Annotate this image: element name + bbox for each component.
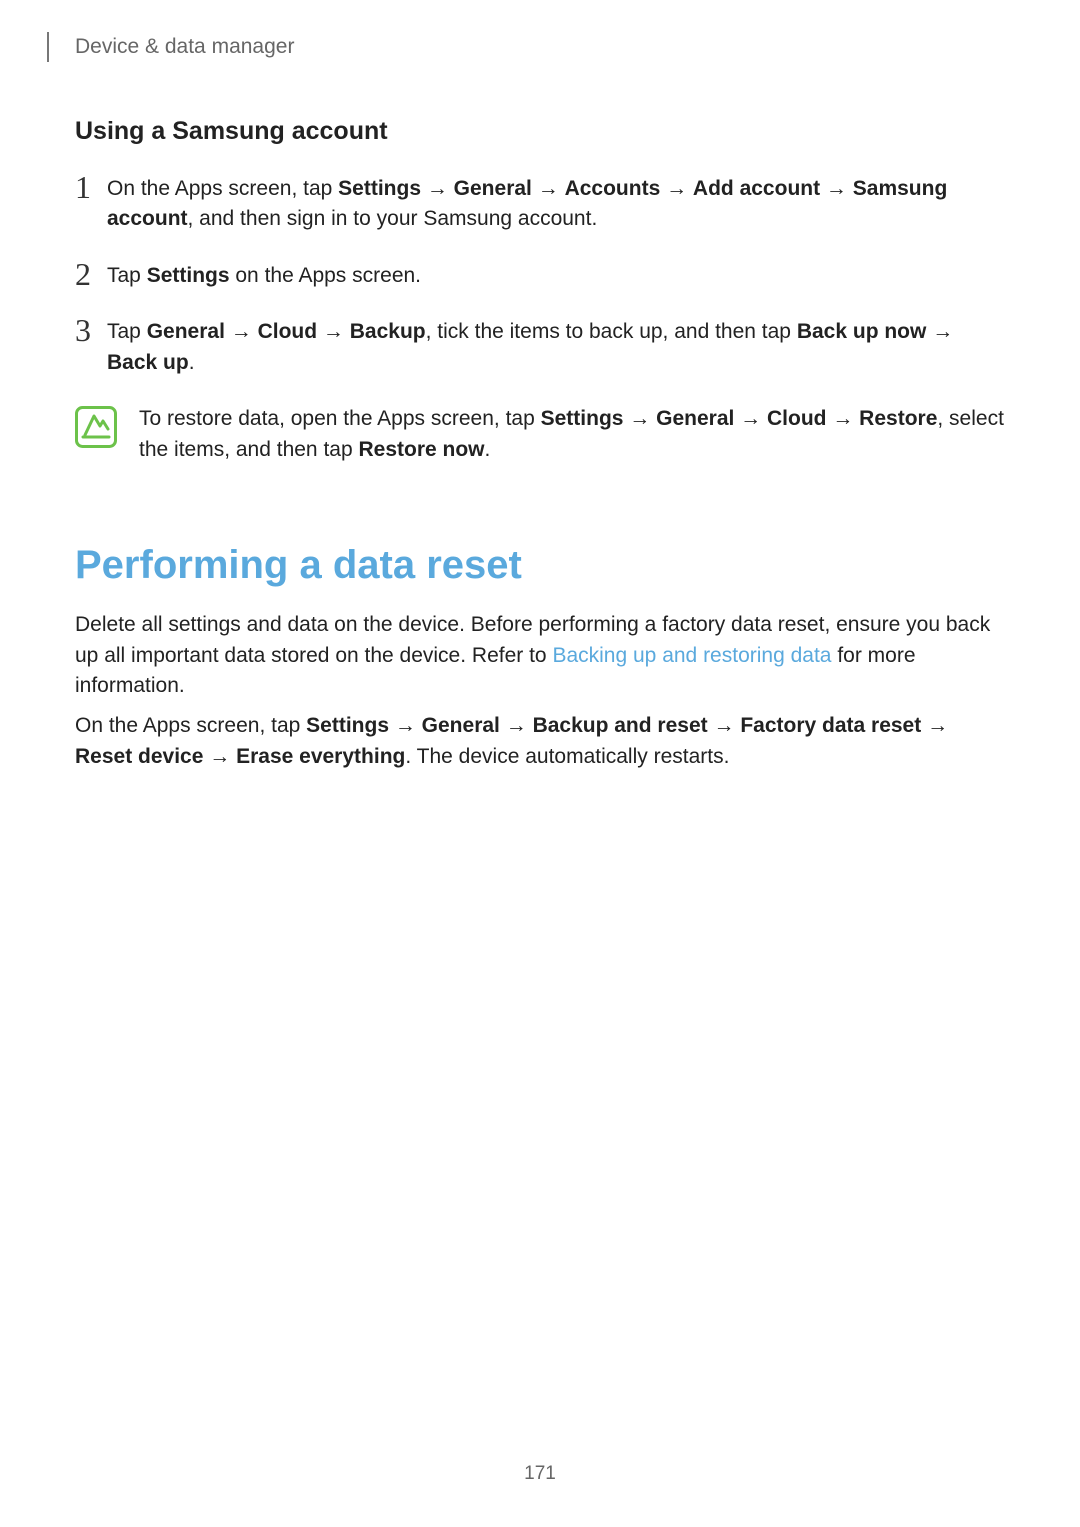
bold: General: [454, 177, 532, 200]
bold: Settings: [147, 264, 230, 287]
bold: Add account: [693, 177, 820, 200]
section-title: Performing a data reset: [75, 543, 1005, 588]
arrow-icon: →: [389, 714, 422, 737]
arrow-icon: →: [820, 177, 853, 200]
subsection-title: Using a Samsung account: [75, 117, 1005, 146]
bold: Restore now: [358, 438, 484, 461]
text: To restore data, open the Apps screen, t…: [139, 407, 541, 430]
bold: Erase everything: [236, 745, 405, 768]
arrow-icon: →: [921, 714, 948, 737]
arrow-icon: →: [623, 407, 656, 430]
text: .: [485, 438, 491, 461]
step-number: 3: [75, 314, 107, 346]
arrow-icon: →: [500, 714, 533, 737]
bold: Cloud: [258, 320, 317, 343]
page-content: Device & data manager Using a Samsung ac…: [0, 0, 1080, 1527]
bold: Backup and reset: [533, 714, 708, 737]
text: , tick the items to back up, and then ta…: [426, 320, 797, 343]
text: Tap: [107, 264, 147, 287]
note-icon: [75, 406, 117, 448]
note-block: To restore data, open the Apps screen, t…: [75, 404, 1005, 465]
step-body: On the Apps screen, tap Settings → Gener…: [107, 174, 1005, 235]
bold: Back up: [107, 351, 189, 374]
cross-reference-link[interactable]: Backing up and restoring data: [552, 644, 831, 667]
bold: General: [422, 714, 500, 737]
bold: Settings: [338, 177, 421, 200]
text: on the Apps screen.: [230, 264, 421, 287]
text: Tap: [107, 320, 147, 343]
step-body: Tap Settings on the Apps screen.: [107, 261, 1005, 291]
header-divider: [47, 32, 49, 62]
bold: Factory data reset: [740, 714, 921, 737]
note-text: To restore data, open the Apps screen, t…: [139, 404, 1005, 465]
bold: Cloud: [767, 407, 826, 430]
bold: General: [147, 320, 225, 343]
arrow-icon: →: [225, 320, 258, 343]
arrow-icon: →: [926, 320, 953, 343]
arrow-icon: →: [421, 177, 454, 200]
step-number: 2: [75, 258, 107, 290]
bold: Settings: [541, 407, 624, 430]
step-number: 1: [75, 171, 107, 203]
arrow-icon: →: [827, 407, 860, 430]
bold: Reset device: [75, 745, 203, 768]
header-section-label: Device & data manager: [75, 35, 294, 59]
step-2: 2 Tap Settings on the Apps screen.: [75, 261, 1005, 291]
page-number: 171: [0, 1463, 1080, 1485]
arrow-icon: →: [708, 714, 741, 737]
arrow-icon: →: [532, 177, 565, 200]
text: On the Apps screen, tap: [75, 714, 306, 737]
bold: Restore: [859, 407, 937, 430]
bold: Settings: [306, 714, 389, 737]
arrow-icon: →: [203, 745, 236, 768]
page-header: Device & data manager: [47, 32, 1005, 62]
arrow-icon: →: [317, 320, 350, 343]
text: On the Apps screen, tap: [107, 177, 338, 200]
step-3: 3 Tap General → Cloud → Backup, tick the…: [75, 317, 1005, 378]
step-1: 1 On the Apps screen, tap Settings → Gen…: [75, 174, 1005, 235]
text: .: [189, 351, 195, 374]
bold: Accounts: [565, 177, 661, 200]
bold: Back up now: [797, 320, 927, 343]
bold: Backup: [350, 320, 426, 343]
arrow-icon: →: [734, 407, 767, 430]
text: . The device automatically restarts.: [405, 745, 729, 768]
arrow-icon: →: [660, 177, 693, 200]
bold: General: [656, 407, 734, 430]
body-paragraph: On the Apps screen, tap Settings → Gener…: [75, 711, 1005, 772]
body-paragraph: Delete all settings and data on the devi…: [75, 610, 1005, 701]
text: , and then sign in to your Samsung accou…: [188, 207, 598, 230]
step-body: Tap General → Cloud → Backup, tick the i…: [107, 317, 1005, 378]
